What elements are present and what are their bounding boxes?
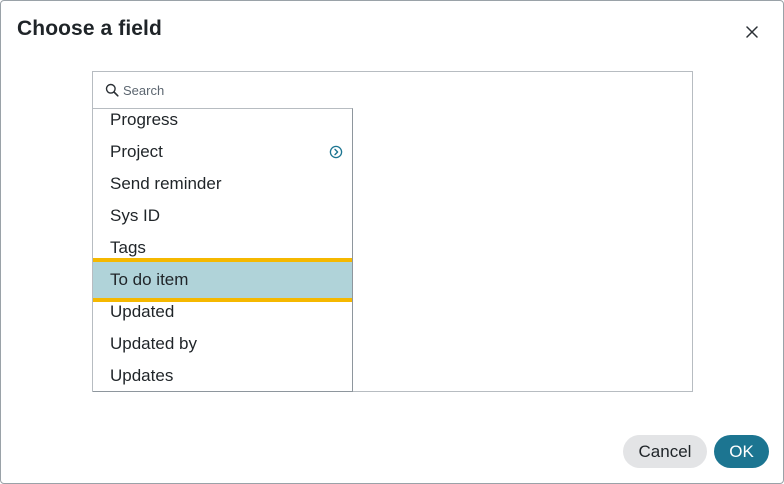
list-item-label: Updated [110,302,175,321]
list-item-selected[interactable]: To do item [93,258,352,302]
list-item[interactable]: Send reminder [93,168,352,200]
list-item-label: To do item [110,270,189,289]
list-item-label: Send reminder [110,174,222,193]
search-icon [105,83,119,97]
list-item[interactable]: Updated by [93,328,352,360]
dialog-title: Choose a field [17,17,162,40]
list-item-label: Progress [110,110,179,129]
choose-field-dialog: Choose a field Progress Project [0,0,784,484]
close-button[interactable] [741,21,763,43]
list-item-label: Project [110,142,163,161]
list-item[interactable]: Progress [93,109,352,136]
list-item-label: Updates [110,366,174,385]
list-item-label: Tags [110,238,146,257]
list-item[interactable]: Updated [93,296,352,328]
list-item-label: Sys ID [110,206,161,225]
list-item-label: Updated by [110,334,197,353]
list-item[interactable]: Sys ID [93,200,352,232]
list-item[interactable]: Updates [93,360,352,391]
list-item-project[interactable]: Project [93,136,352,168]
search-row [93,72,692,107]
chevron-right-circle-icon[interactable] [329,145,343,159]
close-icon [746,26,758,38]
field-list[interactable]: Progress Project Send reminder Sys ID Ta… [93,108,353,392]
cancel-button[interactable]: Cancel [623,435,707,468]
list-item[interactable]: Tags [93,232,352,264]
field-picker: Progress Project Send reminder Sys ID Ta… [92,71,693,392]
search-input[interactable] [123,80,423,100]
ok-button[interactable]: OK [714,435,769,468]
